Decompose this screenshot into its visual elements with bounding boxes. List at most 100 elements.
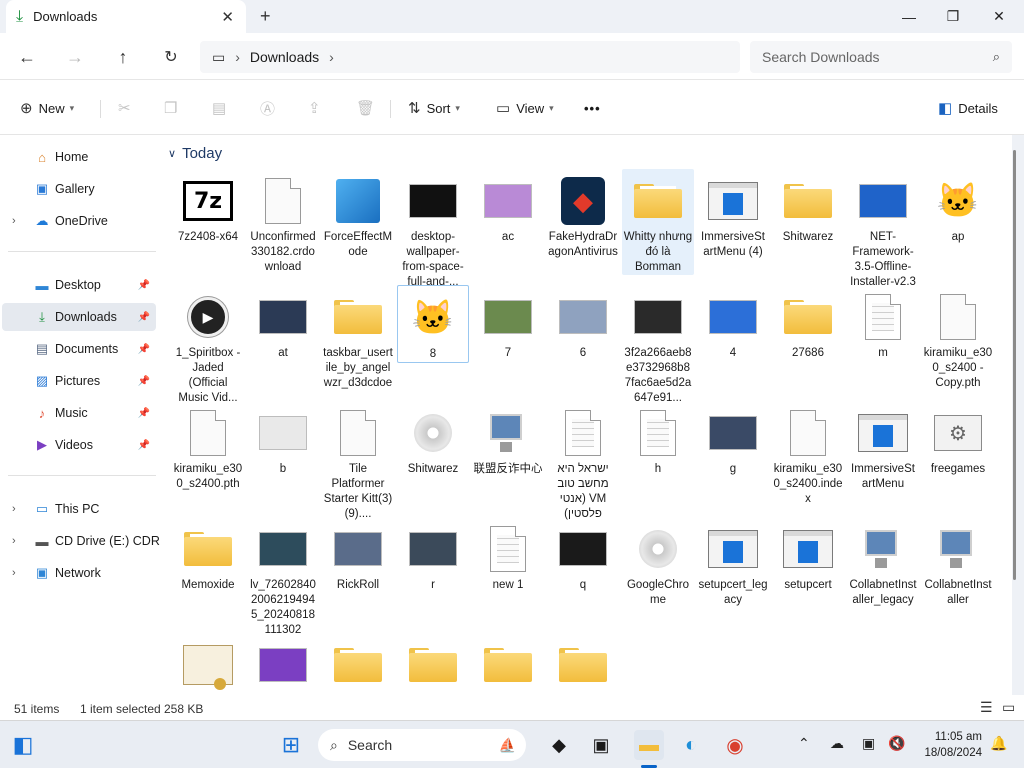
file-item[interactable]: taskbar_use: [397, 633, 469, 695]
file-item[interactable]: 7z 7z2408-x64: [172, 169, 244, 245]
file-item[interactable]: ישראל היא מחשב טוב VM (אנטי פלסטין): [547, 401, 619, 522]
chevron-up-icon[interactable]: ⌃: [798, 735, 810, 752]
sort-button[interactable]: ⇅ Sort ▾: [408, 94, 460, 122]
file-item[interactable]: ImmersiveStartMenu (4): [697, 169, 769, 260]
search-input[interactable]: [762, 49, 993, 65]
file-item[interactable]: setupcert_legacy: [697, 517, 769, 608]
close-tab-icon[interactable]: ✕: [221, 8, 234, 26]
sidebar-item-cd-drive[interactable]: › ▬ CD Drive (E:) CDRO: [2, 527, 170, 555]
file-item[interactable]: ⚙ freegames: [922, 401, 994, 477]
file-item[interactable]: h: [622, 401, 694, 477]
file-item[interactable]: kiramiku_e300_s2400 - Copy.pth: [922, 285, 994, 391]
file-item[interactable]: Whitty: [322, 633, 394, 695]
file-item[interactable]: Shitwarez: [772, 169, 844, 245]
file-item[interactable]: NET-Framework-3.5-Offline-Installer-v2.3: [847, 169, 919, 290]
file-item[interactable]: new 1: [472, 517, 544, 593]
sidebar-item-gallery[interactable]: ▣ Gallery: [2, 175, 156, 203]
close-window-button[interactable]: ✕: [976, 0, 1022, 33]
tiles-view-icon[interactable]: ▭: [1002, 699, 1015, 716]
file-item[interactable]: taskbar_usertile_by_angelwzr_d3dcdoe: [322, 285, 394, 391]
cut-button[interactable]: ✂: [118, 94, 137, 122]
share-button[interactable]: ⇪: [308, 94, 327, 122]
chevron-right-icon[interactable]: ›: [12, 215, 16, 227]
details-view-icon[interactable]: ☰: [980, 699, 993, 716]
file-item[interactable]: ◆ FakeHydraDragonAntivirus: [547, 169, 619, 260]
sidebar-item-music[interactable]: ♪ Music 📌: [2, 399, 156, 427]
file-item[interactable]: m: [847, 285, 919, 361]
file-item[interactable]: Unconfirmed 330182.crdownload: [247, 169, 319, 275]
chevron-right-icon[interactable]: ›: [12, 567, 16, 579]
file-item[interactable]: 3f2a266aeb8e3732968b87fac6ae5d2a647e91..…: [622, 285, 694, 406]
paste-button[interactable]: ▤: [212, 94, 232, 122]
sidebar-item-videos[interactable]: ▶ Videos 📌: [2, 431, 156, 459]
chrome-icon[interactable]: ◉: [720, 730, 750, 760]
file-item[interactable]: g: [697, 401, 769, 477]
pin-icon[interactable]: 📌: [138, 280, 150, 291]
file-item[interactable]: kiramiku_e300_s2400.pth: [172, 401, 244, 492]
file-item[interactable]: CollabnetInstaller: [922, 517, 994, 608]
file-item[interactable]: 27686: [472, 633, 544, 695]
file-item[interactable]: 🐱 ap: [922, 169, 994, 245]
file-item[interactable]: 6: [547, 285, 619, 361]
clock[interactable]: 11:05 am 18/08/2024: [918, 729, 982, 761]
sidebar-item-home[interactable]: ⌂ Home: [2, 143, 156, 171]
up-button[interactable]: ↑: [109, 43, 137, 71]
file-item[interactable]: q: [547, 517, 619, 593]
pin-icon[interactable]: 📌: [138, 376, 150, 387]
pin-icon[interactable]: 📌: [138, 312, 150, 323]
chevron-right-icon[interactable]: ›: [12, 535, 16, 547]
file-item[interactable]: Memoxide: [172, 517, 244, 593]
start-icon[interactable]: ⊞: [276, 730, 306, 760]
network-icon[interactable]: ▣: [862, 735, 875, 752]
pin-icon[interactable]: 📌: [138, 344, 150, 355]
file-item[interactable]: ImmersiveStartMenu: [847, 401, 919, 492]
taskbar-search[interactable]: ⌕ Search ⛵: [318, 729, 526, 761]
copy-button[interactable]: ❐: [164, 94, 183, 122]
file-item[interactable]: Tile Platformer Starter Kitt(3)(9)....: [322, 401, 394, 522]
sidebar-item-pictures[interactable]: ▨ Pictures 📌: [2, 367, 156, 395]
chevron-right-icon[interactable]: ›: [12, 503, 16, 515]
file-item[interactable]: ac: [472, 169, 544, 245]
file-item[interactable]: 🐱 8: [397, 285, 469, 363]
volume-muted-icon[interactable]: 🔇: [888, 735, 905, 752]
file-item[interactable]: RickRoll: [322, 517, 394, 593]
file-item[interactable]: setupcert: [772, 517, 844, 593]
new-tab-button[interactable]: +: [260, 6, 271, 27]
file-item[interactable]: lv_726028402006219494 5_20240818111302: [247, 517, 319, 638]
tab-downloads[interactable]: ⤓ Downloads ✕: [6, 0, 246, 33]
file-item[interactable]: GoogleChrome: [622, 517, 694, 608]
notification-bell-icon[interactable]: 🔔: [990, 735, 1007, 752]
details-button[interactable]: ◧ Details: [938, 94, 998, 122]
file-explorer-icon[interactable]: ▬: [634, 730, 664, 760]
cloud-offline-icon[interactable]: ☁: [830, 735, 844, 752]
more-options-button[interactable]: •••: [584, 94, 601, 122]
file-item[interactable]: Shitwarez: [397, 401, 469, 477]
sidebar-item-desktop[interactable]: ▬ Desktop 📌: [2, 271, 156, 299]
maximize-button[interactable]: ❐: [930, 0, 976, 33]
file-item[interactable]: 7: [472, 285, 544, 361]
chevron-right-icon[interactable]: ›: [235, 49, 240, 65]
file-item[interactable]: 27686: [772, 285, 844, 361]
file-item[interactable]: penis: [172, 633, 244, 695]
task-view-icon[interactable]: ▣: [586, 730, 616, 760]
file-item[interactable]: Memoxide: [547, 633, 619, 695]
sidebar-item-network[interactable]: › ▣ Network: [2, 559, 156, 587]
file-item[interactable]: CollabnetInstaller_legacy: [847, 517, 919, 608]
file-item[interactable]: r: [397, 517, 469, 593]
scrollbar-thumb[interactable]: [1013, 150, 1016, 580]
sidebar-item-this-pc[interactable]: › ▭ This PC: [2, 495, 156, 523]
sidebar-item-documents[interactable]: ▤ Documents 📌: [2, 335, 156, 363]
file-item[interactable]: b: [247, 401, 319, 477]
file-item[interactable]: desktop-wallpaper-from-space-full-and-..…: [397, 169, 469, 290]
file-item[interactable]: Whitty nhưng đó là Bomman: [622, 169, 694, 275]
chevron-right-icon[interactable]: ›: [329, 49, 334, 65]
search-box[interactable]: ⌕: [750, 41, 1012, 73]
group-header-today[interactable]: ∨ Today: [168, 145, 222, 162]
widgets-icon[interactable]: ◧: [8, 730, 38, 760]
forward-button[interactable]: →: [61, 43, 89, 71]
rename-button[interactable]: Ⓐ: [260, 94, 281, 122]
new-button[interactable]: ⊕ New ▾: [20, 94, 74, 122]
copilot-icon[interactable]: ◆: [544, 730, 574, 760]
minimize-button[interactable]: —: [886, 0, 932, 33]
file-item[interactable]: ▶ 1_Spiritbox - Jaded (Official Music Vid…: [172, 285, 244, 406]
